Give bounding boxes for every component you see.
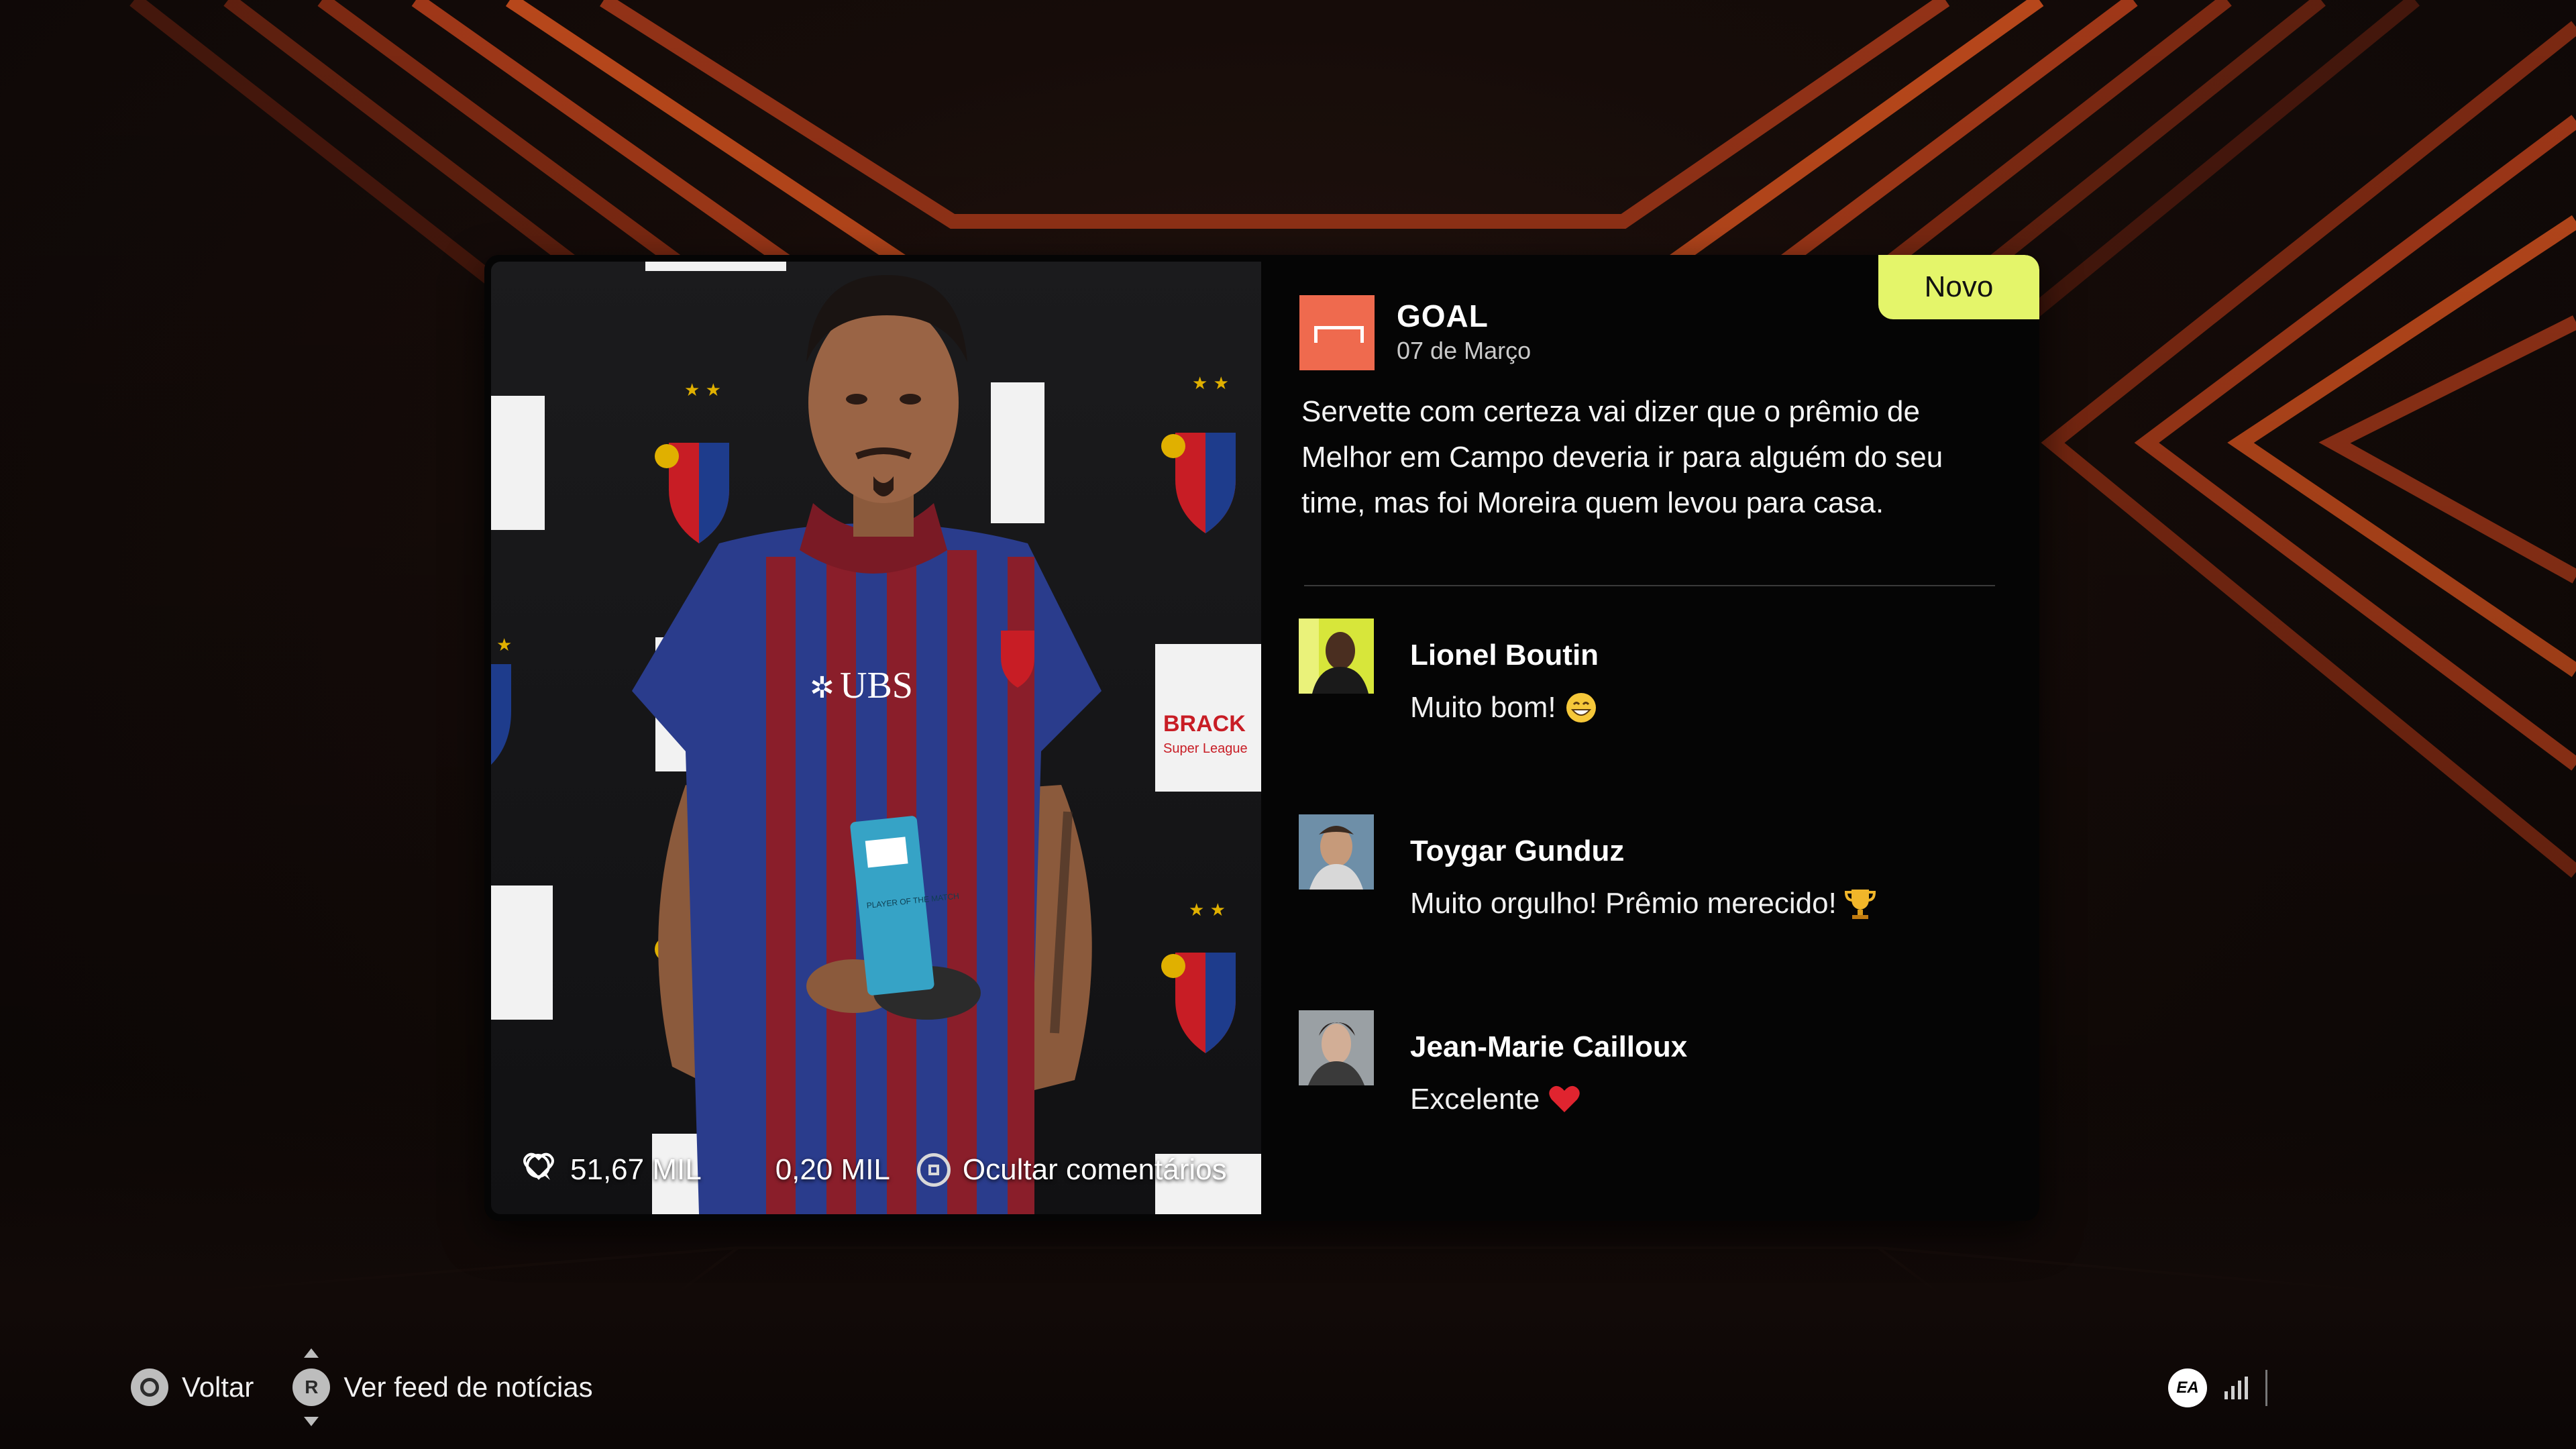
board-sub-text: Super League: [1163, 741, 1248, 756]
back-button[interactable]: Voltar: [182, 1371, 254, 1403]
player-award-image: ★ ★ ★ ★ ★ ★ ★ BRACK Super League UBS ✲ P…: [491, 262, 1261, 1214]
comment-author: Toygar Gunduz: [1410, 835, 1625, 867]
comment-text-row: Muito orgulho! Prêmio merecido!: [1410, 887, 1876, 920]
right-stick-icon[interactable]: R: [292, 1348, 331, 1426]
hide-comments-button[interactable]: Ocultar comentários: [963, 1153, 1227, 1187]
comments-count: 0,20 MIL: [775, 1153, 890, 1186]
square-button-icon: [916, 1153, 951, 1187]
goal-icon: [1299, 295, 1375, 370]
signal-icon: [2224, 1377, 2248, 1399]
svg-text:✲: ✲: [810, 671, 835, 705]
comment-author: Lionel Boutin: [1410, 639, 1599, 672]
svg-text:★ ★: ★ ★: [684, 380, 721, 400]
comment-item: Lionel Boutin Muito bom!: [1299, 619, 2010, 753]
post-text: Servette com certeza vai dizer que o prê…: [1301, 395, 1943, 519]
sponsor-text: UBS: [840, 665, 913, 706]
trophy-icon: [1844, 887, 1876, 920]
red-heart-icon: [1548, 1084, 1581, 1115]
news-feed-button[interactable]: Ver feed de notícias: [343, 1371, 592, 1403]
comment-text-row: Muito bom!: [1410, 691, 1598, 724]
avatar: [1299, 814, 1374, 890]
board-brand-text: BRACK: [1163, 711, 1246, 737]
comment-bubble-icon[interactable]: [526, 1152, 763, 1187]
comment-text: Excelente: [1410, 1083, 1540, 1116]
svg-text:★: ★: [496, 635, 512, 655]
likes-count: 51,67 MIL: [570, 1153, 702, 1186]
post-photo: ★ ★ ★ ★ ★ ★ ★ BRACK Super League UBS ✲ P…: [491, 262, 1261, 1214]
avatar: [1299, 619, 1374, 694]
new-badge: Novo: [1878, 255, 2039, 319]
post-stats: 51,67 MIL 0,20 MIL Ocultar comentários: [523, 1152, 1227, 1187]
grinning-face-icon: [1564, 691, 1598, 724]
system-status: EA: [2168, 1368, 2267, 1407]
comment-author: Jean-Marie Cailloux: [1410, 1030, 1688, 1063]
source-name: GOAL: [1397, 299, 1489, 333]
news-post-card: ★ ★ ★ ★ ★ ★ ★ BRACK Super League UBS ✲ P…: [484, 255, 2039, 1221]
post-date: 07 de Março: [1397, 337, 1532, 364]
circle-button-icon[interactable]: [131, 1368, 168, 1406]
comment-item: Toygar Gunduz Muito orgulho! Prêmio mere…: [1299, 814, 2010, 949]
avatar: [1299, 1010, 1374, 1085]
ea-logo-icon: EA: [2168, 1368, 2207, 1407]
comment-item: Jean-Marie Cailloux Excelente: [1299, 1010, 2010, 1144]
comment-text: Muito bom!: [1410, 691, 1556, 724]
comment-text-row: Excelente: [1410, 1083, 1581, 1116]
svg-text:★ ★: ★ ★: [1189, 900, 1226, 920]
divider: [2265, 1370, 2267, 1406]
footer-controls: Voltar R Ver feed de notícias: [131, 1348, 593, 1426]
comment-text: Muito orgulho! Prêmio merecido!: [1410, 887, 1837, 920]
svg-text:★ ★: ★ ★: [1192, 374, 1229, 394]
divider: [1304, 585, 1995, 586]
